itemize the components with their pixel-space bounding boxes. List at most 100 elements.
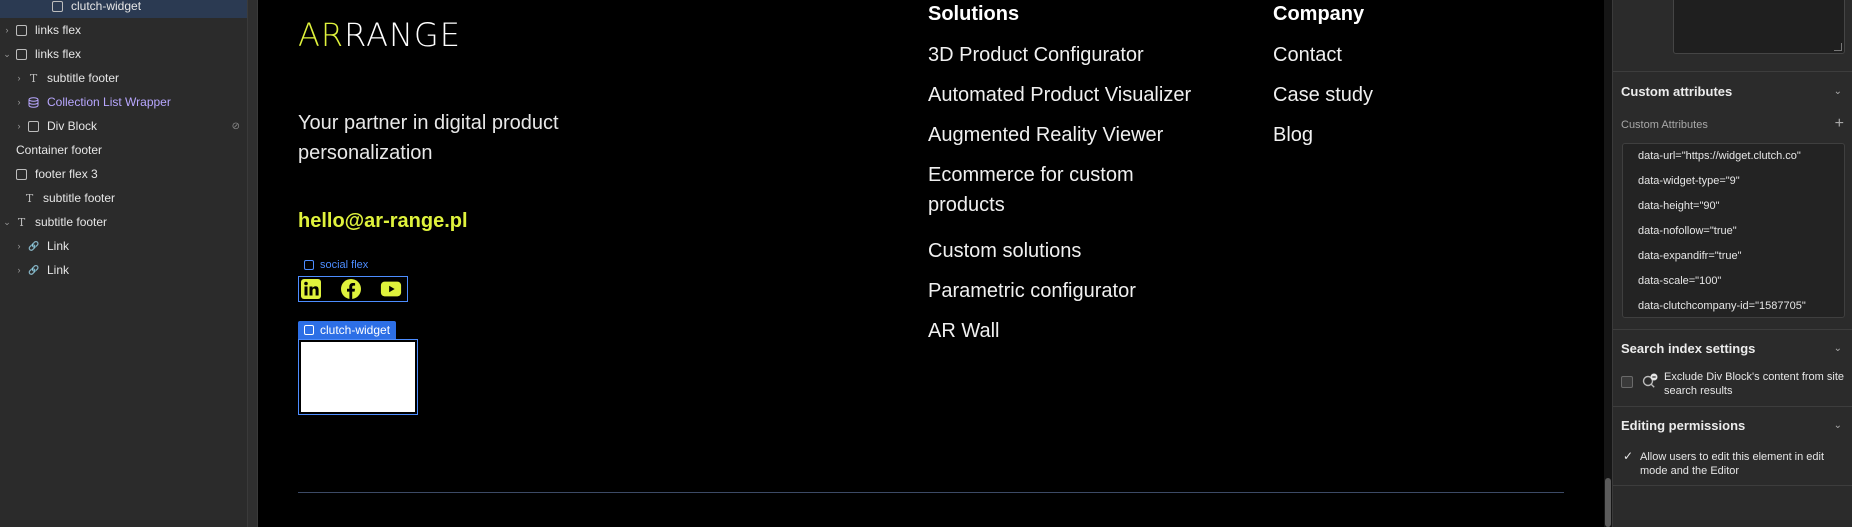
- add-attribute-icon[interactable]: +: [1835, 115, 1844, 133]
- chevron-right-icon[interactable]: ›: [2, 25, 12, 35]
- custom-attribute-row[interactable]: data-nofollow="true": [1638, 225, 1737, 237]
- clutch-widget-tag-label: clutch-widget: [320, 323, 391, 337]
- company-link[interactable]: Blog: [1273, 120, 1313, 150]
- canvas-gutter: [248, 0, 258, 527]
- navigator-item[interactable]: footer flex 3: [0, 162, 247, 186]
- navigator-item-label: Link: [47, 263, 70, 277]
- design-canvas[interactable]: AR RANGE Your partner in digital product …: [258, 0, 1604, 527]
- solutions-title[interactable]: Solutions: [928, 3, 1019, 26]
- settings-panel: Custom attributes ⌄ Custom Attributes + …: [1612, 0, 1852, 527]
- navigator-item[interactable]: › Tsubtitle footer: [0, 66, 247, 90]
- chevron-right-icon[interactable]: ›: [14, 265, 24, 275]
- custom-attribute-row[interactable]: data-scale="100": [1638, 275, 1721, 287]
- resize-grip-icon[interactable]: [1834, 43, 1842, 51]
- navigator-panel: clutch-widget › links flex ⌄ links flex › Tsub…: [0, 0, 248, 527]
- section-divider: [1613, 406, 1852, 407]
- navigator-item-label: links flex: [35, 47, 82, 61]
- chevron-down-icon[interactable]: ⌄: [2, 217, 12, 228]
- facebook-icon[interactable]: [340, 278, 362, 300]
- div-block-icon: [16, 48, 27, 60]
- check-icon[interactable]: ✓: [1623, 449, 1633, 463]
- social-flex-label-text: social flex: [320, 259, 369, 271]
- solutions-link[interactable]: Automated Product Visualizer: [928, 80, 1191, 110]
- collection-icon: [28, 96, 39, 108]
- canvas-scrollbar[interactable]: [1604, 0, 1612, 527]
- link-icon: 🔗: [28, 240, 40, 251]
- navigator-item[interactable]: › 🔗 Link: [0, 258, 247, 282]
- company-link[interactable]: Contact: [1273, 40, 1342, 70]
- navigator-item[interactable]: ⌄ Tsubtitle footer: [0, 210, 247, 234]
- allow-edit-label: Allow users to edit this element in edit…: [1640, 451, 1825, 477]
- navigator-item-label: clutch-widget: [71, 0, 142, 13]
- logo-range: RANGE: [344, 16, 461, 54]
- navigator-item[interactable]: › 🔗 Link: [0, 234, 247, 258]
- text-element-icon: T: [25, 191, 34, 205]
- navigator-item[interactable]: ⌄ links flex: [0, 42, 247, 66]
- arrange-logo[interactable]: AR RANGE: [298, 16, 461, 54]
- custom-attribute-row[interactable]: data-height="90": [1638, 200, 1720, 212]
- navigator-item[interactable]: › links flex: [0, 18, 247, 42]
- navigator-item[interactable]: › Div Block ⊘: [0, 114, 247, 138]
- section-divider: [1613, 329, 1852, 330]
- navigator-item[interactable]: clutch-widget: [0, 0, 247, 18]
- navigator-item-label: subtitle footer: [47, 71, 120, 85]
- clutch-widget-frame: [301, 342, 415, 412]
- chevron-down-icon[interactable]: ⌄: [1834, 86, 1842, 97]
- div-block-icon: [28, 120, 39, 132]
- navigator-item-label: Collection List Wrapper: [47, 95, 171, 109]
- chevron-down-icon[interactable]: ⌄: [1834, 343, 1842, 354]
- custom-attribute-row[interactable]: data-widget-type="9": [1638, 175, 1740, 187]
- footer-email[interactable]: hello@ar-range.pl: [298, 210, 468, 233]
- logo-ar: AR: [298, 16, 345, 54]
- text-element-icon: T: [29, 71, 38, 85]
- chevron-right-icon[interactable]: ›: [14, 121, 24, 131]
- solutions-link[interactable]: Ecommerce for custom products: [928, 160, 1158, 220]
- custom-attribute-row[interactable]: data-clutchcompany-id="1587705": [1638, 300, 1806, 312]
- footer-tagline[interactable]: Your partner in digital product personal…: [298, 108, 598, 168]
- clutch-widget-tag[interactable]: clutch-widget: [298, 321, 397, 339]
- section-divider: [1613, 71, 1852, 72]
- navigator-item[interactable]: › Collection List Wrapper: [0, 90, 247, 114]
- chevron-down-icon[interactable]: ⌄: [2, 49, 12, 60]
- company-title[interactable]: Company: [1273, 3, 1364, 26]
- custom-attribute-row[interactable]: data-expandifr="true": [1638, 250, 1742, 262]
- exclude-search-checkbox[interactable]: [1621, 376, 1633, 388]
- chevron-down-icon[interactable]: ⌄: [1834, 420, 1842, 431]
- div-block-icon: [16, 24, 27, 36]
- search-exclude-icon: [1641, 372, 1659, 390]
- solutions-link[interactable]: 3D Product Configurator: [928, 40, 1144, 70]
- custom-attributes-label: Custom Attributes: [1621, 119, 1708, 131]
- custom-attribute-row[interactable]: data-url="https://widget.clutch.co": [1638, 150, 1801, 162]
- chevron-right-icon[interactable]: ›: [14, 97, 24, 107]
- solutions-link[interactable]: AR Wall: [928, 316, 999, 346]
- navigator-item-label: Container footer: [16, 143, 103, 157]
- navigator-item[interactable]: Container footer: [0, 138, 247, 162]
- text-element-icon: T: [17, 215, 26, 229]
- scrollbar-thumb[interactable]: [1605, 478, 1611, 527]
- social-flex-label: social flex: [304, 259, 368, 271]
- custom-attributes-title[interactable]: Custom attributes: [1621, 84, 1732, 99]
- company-link[interactable]: Case study: [1273, 80, 1373, 110]
- solutions-link[interactable]: Augmented Reality Viewer: [928, 120, 1163, 150]
- youtube-icon[interactable]: [380, 278, 402, 300]
- navigator-item-label: Div Block: [47, 119, 98, 133]
- linkedin-icon[interactable]: [300, 278, 322, 300]
- navigator-item-label: links flex: [35, 23, 82, 37]
- div-block-icon: [52, 0, 63, 12]
- box-icon: [304, 325, 314, 335]
- navigator-item-label: Link: [47, 239, 70, 253]
- chevron-right-icon[interactable]: ›: [14, 73, 24, 83]
- solutions-link[interactable]: Custom solutions: [928, 236, 1081, 266]
- attribute-list: data-url="https://widget.clutch.co" data-…: [1622, 143, 1845, 318]
- eye-off-icon[interactable]: ⊘: [232, 121, 240, 132]
- clutch-widget[interactable]: [298, 339, 418, 415]
- text-area[interactable]: [1673, 0, 1845, 54]
- search-index-title[interactable]: Search index settings: [1621, 341, 1755, 356]
- navigator-item[interactable]: Tsubtitle footer: [0, 186, 247, 210]
- footer-divider: [298, 492, 1564, 493]
- editing-permissions-title[interactable]: Editing permissions: [1621, 418, 1745, 433]
- social-flex[interactable]: [298, 276, 408, 302]
- chevron-right-icon[interactable]: ›: [14, 241, 24, 251]
- solutions-link[interactable]: Parametric configurator: [928, 276, 1136, 306]
- navigator-item-label: footer flex 3: [35, 167, 98, 181]
